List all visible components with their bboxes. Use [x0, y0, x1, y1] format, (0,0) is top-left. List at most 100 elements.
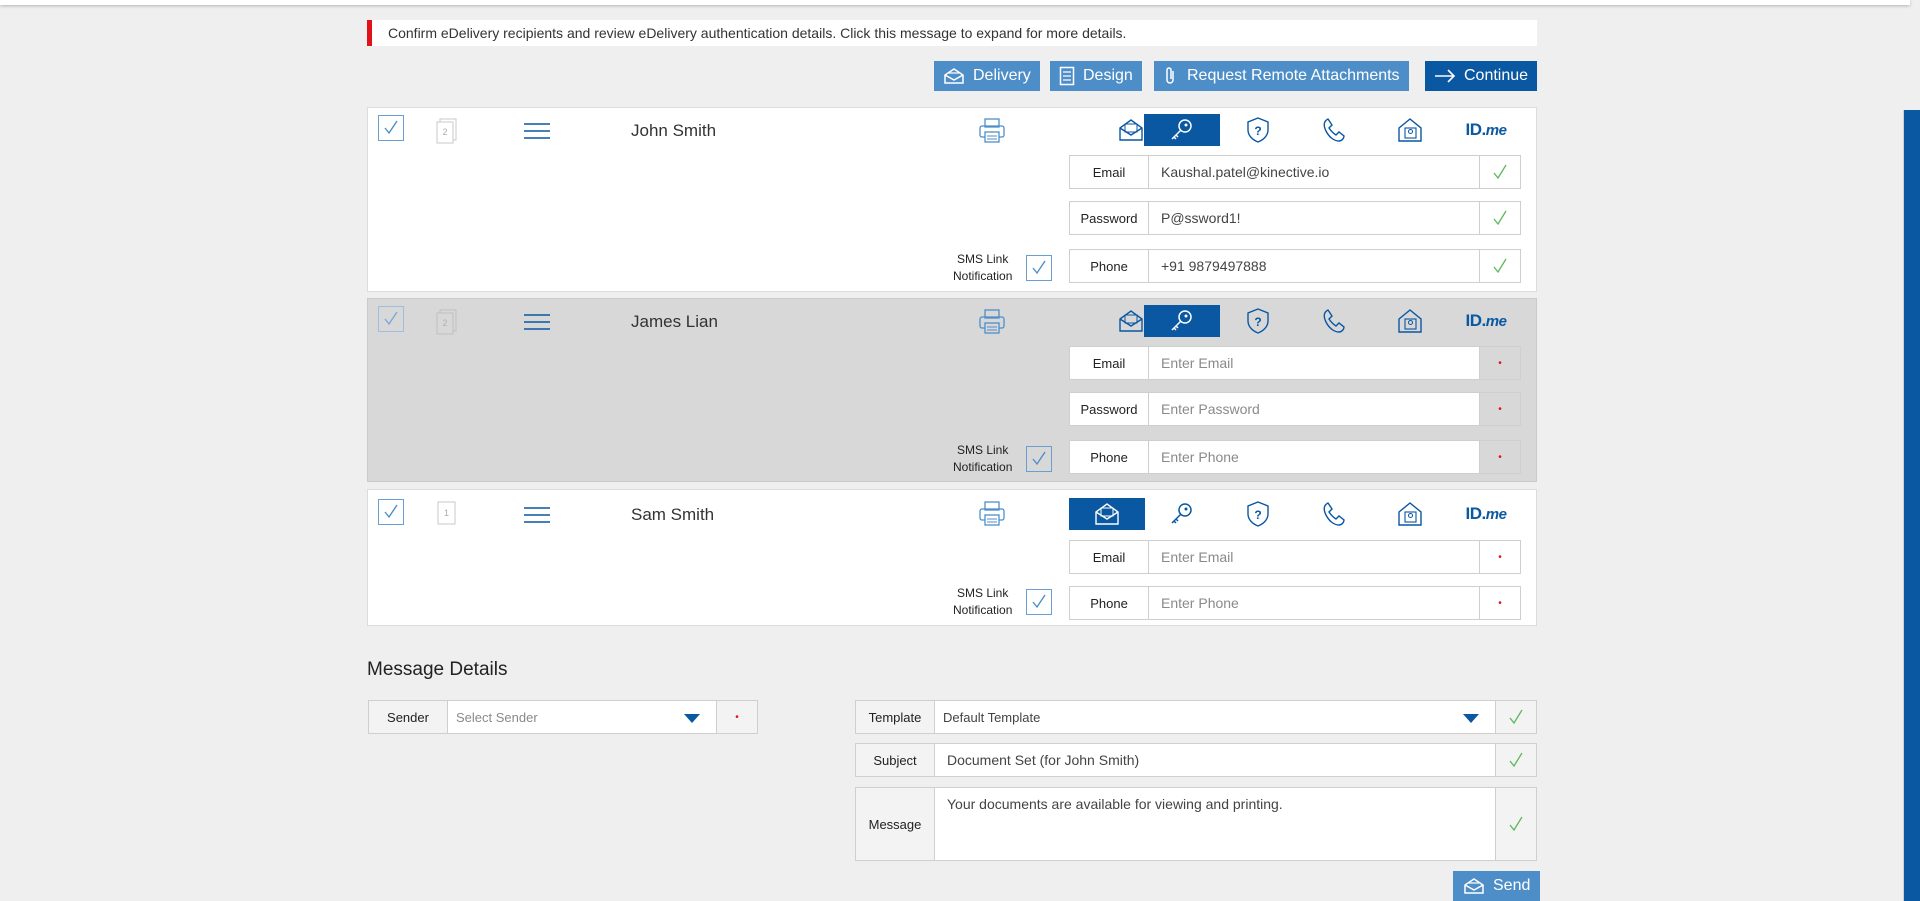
- method-email[interactable]: [1069, 498, 1145, 530]
- phone-input[interactable]: Enter Phone: [1149, 586, 1480, 620]
- idme-main: ID.: [1465, 120, 1487, 139]
- method-security-question[interactable]: ?: [1220, 498, 1296, 530]
- method-phone[interactable]: [1296, 305, 1372, 337]
- printer-icon[interactable]: [978, 501, 1006, 532]
- recipient-select-checkbox[interactable]: [378, 499, 404, 525]
- sms-notification-checkbox[interactable]: [1026, 446, 1052, 472]
- paperclip-icon: [1166, 67, 1174, 84]
- sms-notification-checkbox[interactable]: [1026, 589, 1052, 615]
- template-field: Template Default Template: [855, 700, 1537, 734]
- password-input[interactable]: Enter Password: [1149, 392, 1480, 426]
- method-in-person[interactable]: [1372, 114, 1448, 146]
- sender-select[interactable]: Select Sender: [448, 700, 717, 734]
- shield-question-icon: ?: [1247, 501, 1269, 527]
- design-button[interactable]: Design: [1050, 61, 1142, 91]
- house-person-icon: [1398, 309, 1422, 333]
- message-label: Message: [855, 787, 935, 861]
- idme-suffix: me: [1485, 506, 1507, 523]
- valid-check-icon: [1496, 700, 1537, 734]
- required-indicator: •: [1480, 346, 1521, 380]
- drag-handle-icon[interactable]: [524, 313, 550, 336]
- recipient-select-checkbox[interactable]: [378, 115, 404, 141]
- document-count-icon[interactable]: 2: [436, 118, 458, 149]
- email-label: Email: [1069, 155, 1149, 189]
- method-password[interactable]: [1144, 305, 1220, 337]
- design-button-label: Design: [1083, 67, 1133, 84]
- sender-select-value: Select Sender: [456, 709, 538, 725]
- email-input[interactable]: Enter Email: [1149, 346, 1480, 380]
- delivery-button[interactable]: Delivery: [934, 61, 1040, 91]
- method-password[interactable]: [1144, 498, 1220, 530]
- send-button-label: Send: [1493, 877, 1531, 894]
- subject-input[interactable]: Document Set (for John Smith): [935, 743, 1496, 777]
- message-field: Message Your documents are available for…: [855, 787, 1537, 861]
- recipient-name: John Smith: [631, 121, 717, 140]
- printer-icon[interactable]: [978, 118, 1006, 149]
- email-field: Email Enter Email •: [1069, 346, 1521, 380]
- house-person-icon: [1398, 502, 1422, 526]
- method-idme[interactable]: ID.me: [1448, 305, 1524, 337]
- phone-input[interactable]: +91 9879497888: [1149, 249, 1480, 283]
- message-textarea[interactable]: Your documents are available for viewing…: [935, 787, 1496, 861]
- phone-icon: [1323, 118, 1345, 142]
- valid-check-icon: [1480, 155, 1521, 189]
- document-count-icon[interactable]: 2: [436, 309, 458, 340]
- document-count-icon[interactable]: 1: [436, 500, 458, 531]
- phone-label: Phone: [1069, 440, 1149, 474]
- method-phone[interactable]: [1296, 498, 1372, 530]
- continue-button[interactable]: Continue: [1425, 61, 1538, 91]
- sms-notification-checkbox[interactable]: [1026, 255, 1052, 281]
- phone-field: Phone Enter Phone •: [1069, 440, 1521, 474]
- method-idme[interactable]: ID.me: [1448, 114, 1524, 146]
- email-input[interactable]: Kaushal.patel@kinective.io: [1149, 155, 1480, 189]
- request-button-label: Request Remote Attachments: [1187, 67, 1400, 84]
- template-select[interactable]: Default Template: [935, 700, 1496, 734]
- method-in-person[interactable]: [1372, 305, 1448, 337]
- drag-handle-icon[interactable]: [524, 122, 550, 145]
- envelope-open-icon: [1464, 878, 1484, 894]
- method-password[interactable]: [1144, 114, 1220, 146]
- idme-suffix: me: [1485, 122, 1507, 139]
- checkmark-icon: [1032, 451, 1046, 466]
- phone-icon: [1323, 309, 1345, 333]
- valid-check-icon: [1480, 249, 1521, 283]
- drag-handle-icon[interactable]: [524, 506, 550, 529]
- phone-field: Phone +91 9879497888: [1069, 249, 1521, 283]
- top-bar: [0, 0, 1910, 5]
- recipient-select-checkbox[interactable]: [378, 306, 404, 332]
- house-person-icon: [1398, 118, 1422, 142]
- phone-label: Phone: [1069, 249, 1149, 283]
- email-field: Email Enter Email •: [1069, 540, 1521, 574]
- checkmark-icon: [1032, 594, 1046, 609]
- idme-logo: ID.me: [1466, 120, 1507, 140]
- valid-check-icon: [1480, 201, 1521, 235]
- password-field: Password Enter Password •: [1069, 392, 1521, 426]
- phone-input[interactable]: Enter Phone: [1149, 440, 1480, 474]
- method-idme[interactable]: ID.me: [1448, 498, 1524, 530]
- chevron-down-icon: [684, 714, 700, 723]
- method-in-person[interactable]: [1372, 498, 1448, 530]
- method-security-question[interactable]: ?: [1220, 305, 1296, 337]
- edelivery-alert[interactable]: Confirm eDelivery recipients and review …: [367, 20, 1537, 46]
- subject-field: Subject Document Set (for John Smith): [855, 743, 1537, 777]
- recipient-name: James Lian: [631, 312, 718, 331]
- email-field: Email Kaushal.patel@kinective.io: [1069, 155, 1521, 189]
- checkmark-icon: [384, 120, 398, 135]
- sms-link-notification-label: SMS Link Notification: [953, 443, 1013, 474]
- valid-check-icon: [1496, 743, 1537, 777]
- printer-icon[interactable]: [978, 309, 1006, 340]
- password-input[interactable]: P@ssword1!: [1149, 201, 1480, 235]
- document-count: 2: [442, 318, 447, 328]
- email-input[interactable]: Enter Email: [1149, 540, 1480, 574]
- recipient-card-james-lian: 2 James Lian ? ID.me Email Enter Email •…: [367, 298, 1537, 482]
- method-security-question[interactable]: ?: [1220, 114, 1296, 146]
- method-phone[interactable]: [1296, 114, 1372, 146]
- phone-icon: [1323, 502, 1345, 526]
- right-side-panel[interactable]: [1904, 110, 1920, 901]
- email-label: Email: [1069, 346, 1149, 380]
- send-button[interactable]: Send: [1453, 871, 1541, 901]
- request-remote-attachments-button[interactable]: Request Remote Attachments: [1154, 61, 1409, 91]
- continue-button-label: Continue: [1464, 67, 1529, 84]
- key-icon: [1171, 503, 1192, 524]
- checkmark-icon: [384, 504, 398, 519]
